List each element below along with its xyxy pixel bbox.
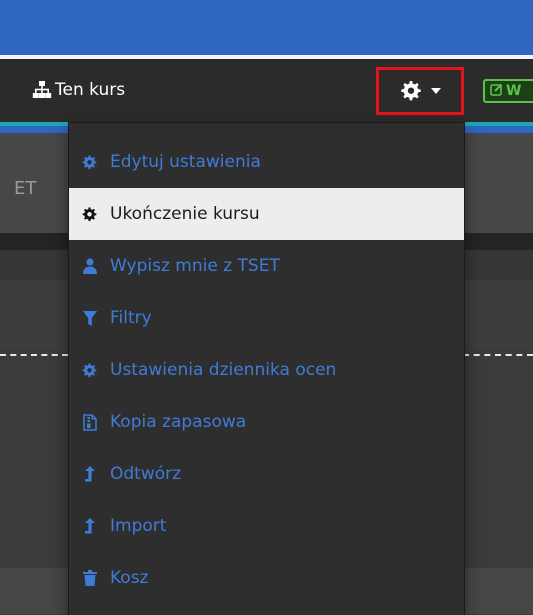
- page-title-fragment: ET: [14, 178, 37, 199]
- menu-item-gradebook-settings[interactable]: Ustawienia dziennika ocen: [69, 344, 464, 396]
- dashed-separator: [0, 354, 68, 356]
- menu-item-label: Edytuj ustawienia: [110, 152, 261, 172]
- file-archive-icon: [81, 413, 98, 431]
- dashed-separator: [463, 354, 533, 356]
- menu-item-edit-settings[interactable]: Edytuj ustawienia: [69, 136, 464, 188]
- upload-icon: [81, 465, 98, 483]
- menu-item-backup[interactable]: Kopia zapasowa: [69, 396, 464, 448]
- gear-icon: [399, 79, 423, 103]
- course-settings-dropdown: Edytuj ustawienia Ukończenie kursu Wypis…: [68, 122, 465, 615]
- course-settings-button[interactable]: [376, 67, 464, 115]
- filter-icon: [81, 309, 98, 327]
- gear-icon: [81, 205, 98, 223]
- gear-icon: [81, 153, 98, 171]
- menu-item-label: Filtry: [110, 308, 152, 328]
- menu-item-label: Odtwórz: [110, 464, 182, 484]
- menu-item-restore[interactable]: Odtwórz: [69, 448, 464, 500]
- menu-item-label: Kosz: [110, 568, 149, 588]
- upload-icon: [81, 517, 98, 535]
- course-navbar: Ten kurs W: [0, 59, 533, 122]
- menu-item-course-completion[interactable]: Ukończenie kursu: [69, 188, 464, 240]
- menu-item-label: Wypisz mnie z TSET: [110, 256, 280, 276]
- user-icon: [81, 257, 98, 275]
- sitemap-icon: [32, 81, 52, 99]
- edit-mode-label: W: [506, 83, 522, 99]
- edit-mode-button[interactable]: W: [483, 79, 533, 103]
- menu-item-import[interactable]: Import: [69, 500, 464, 552]
- menu-item-recycle-bin[interactable]: Kosz: [69, 552, 464, 604]
- menu-item-label: Kopia zapasowa: [110, 412, 247, 432]
- menu-item-filters[interactable]: Filtry: [69, 292, 464, 344]
- trash-icon: [81, 569, 98, 587]
- edit-icon: [490, 83, 503, 100]
- top-header-bar: [0, 0, 533, 55]
- gear-icon: [81, 361, 98, 379]
- menu-item-label: Import: [110, 516, 167, 536]
- this-course-label: Ten kurs: [55, 80, 126, 100]
- menu-item-unenrol[interactable]: Wypisz mnie z TSET: [69, 240, 464, 292]
- caret-down-icon: [431, 88, 441, 94]
- menu-item-label: Ustawienia dziennika ocen: [110, 360, 337, 380]
- this-course-menu-link[interactable]: Ten kurs: [32, 78, 125, 102]
- menu-item-label: Ukończenie kursu: [110, 204, 260, 224]
